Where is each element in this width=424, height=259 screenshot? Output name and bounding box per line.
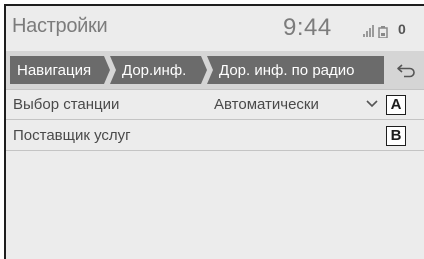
screen-frame: Настройки 9:44 0 Навигация Дор.инф. Дор.… (4, 4, 424, 259)
service-provider-row[interactable]: Поставщик услуг B (6, 121, 424, 151)
clock: 9:44 (283, 14, 332, 41)
station-selection-row[interactable]: Выбор станции Автоматически A (6, 90, 424, 120)
station-selection-value[interactable]: Автоматически (214, 96, 319, 113)
chevron-down-icon[interactable] (366, 100, 378, 108)
station-selection-label: Выбор станции (13, 96, 120, 113)
tab-navigation[interactable]: Навигация (17, 62, 91, 79)
status-indicator: 0 (398, 21, 406, 37)
back-icon[interactable] (395, 62, 417, 78)
battery-icon (378, 26, 388, 38)
callout-label-a: A (386, 95, 406, 115)
signal-icon (363, 25, 374, 37)
tab-traffic-radio[interactable]: Дор. инф. по радио (219, 62, 354, 79)
status-bar: Настройки 9:44 0 (6, 6, 424, 51)
callout-label-b: B (386, 126, 406, 146)
tab-traffic-info[interactable]: Дор.инф. (122, 62, 186, 79)
service-provider-label: Поставщик услуг (13, 127, 131, 144)
tab-bar: Навигация Дор.инф. Дор. инф. по радио (6, 51, 424, 90)
page-title: Настройки (12, 15, 108, 37)
